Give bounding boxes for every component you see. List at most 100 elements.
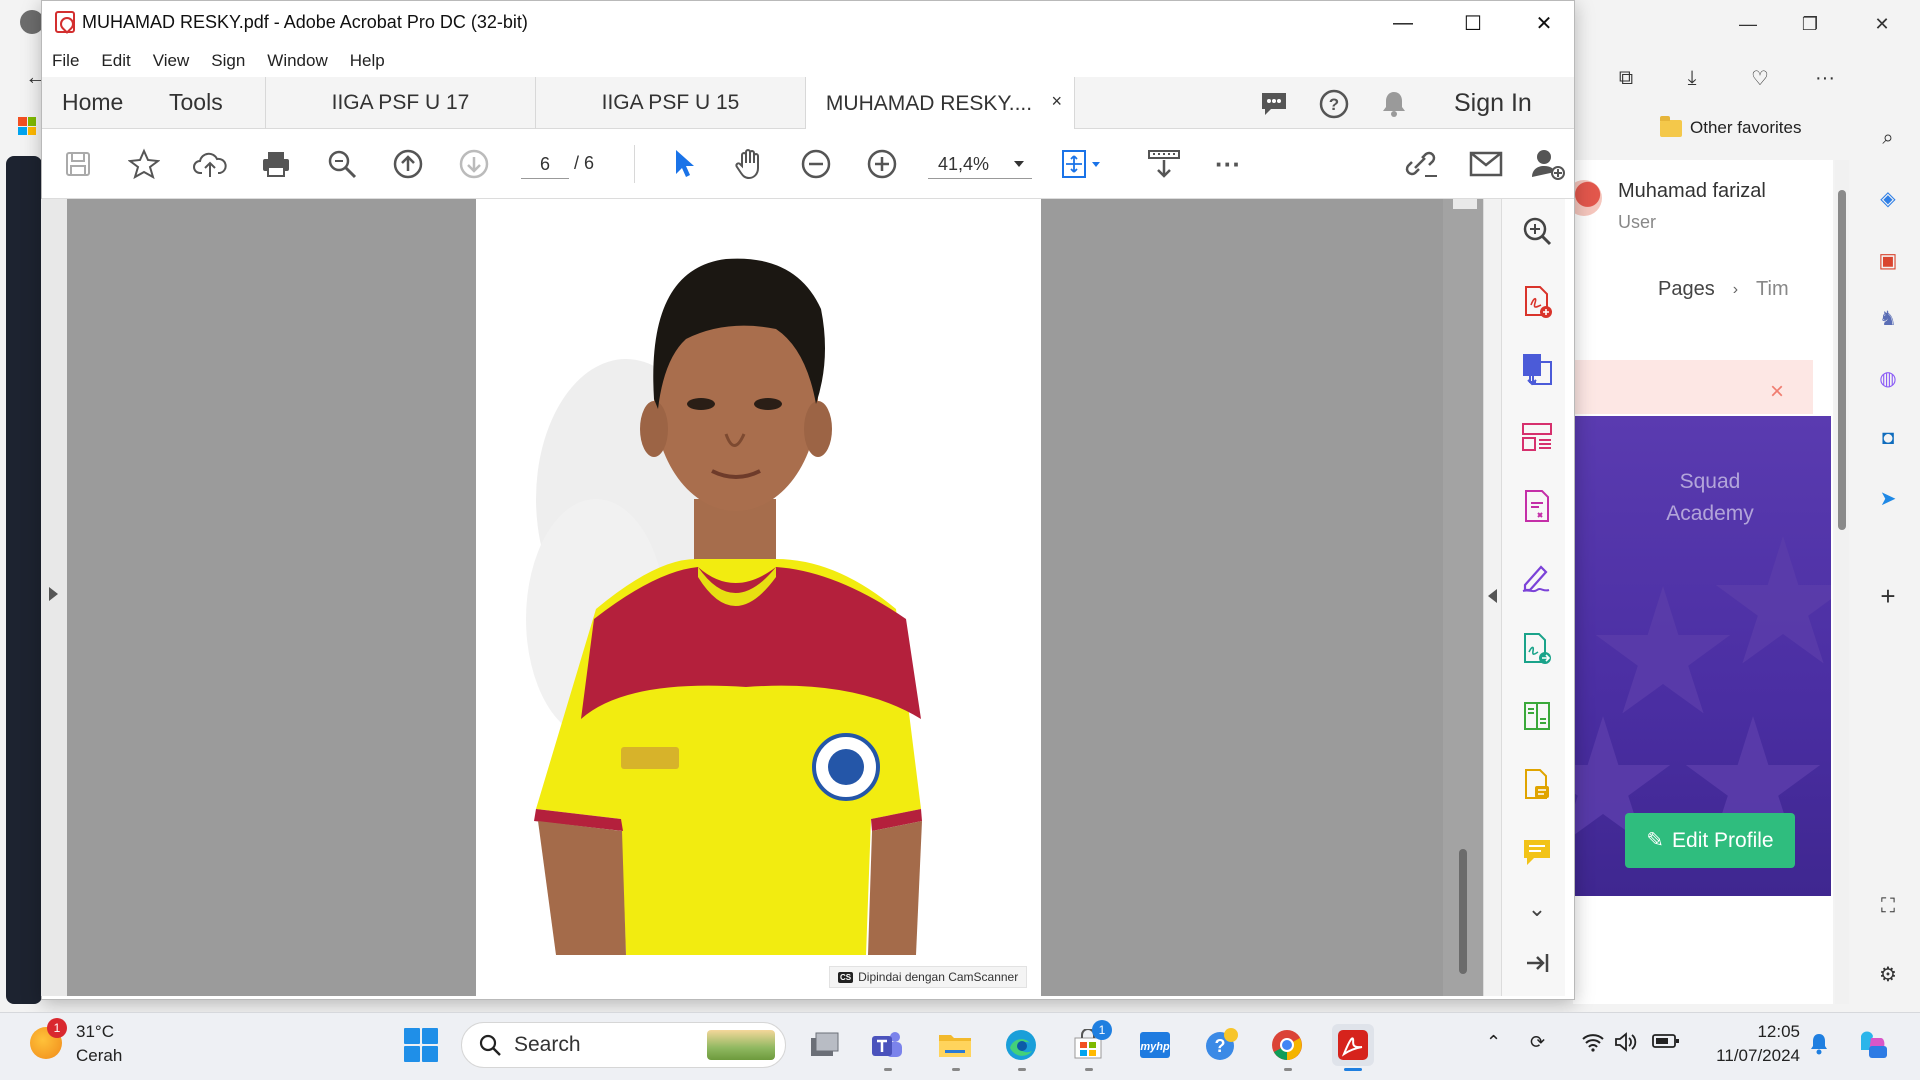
notification-bell-icon[interactable] — [1376, 87, 1412, 121]
collections-icon[interactable]: ⧉ — [1606, 62, 1646, 94]
browser-essentials-icon[interactable]: ♡ — [1740, 62, 1780, 94]
myhp-icon[interactable]: myhp — [1134, 1024, 1176, 1066]
comment-tool-icon[interactable] — [1518, 834, 1556, 872]
menu-window[interactable]: Window — [267, 51, 327, 71]
get-help-icon[interactable]: ? — [1200, 1024, 1242, 1066]
left-panel-toggle[interactable] — [41, 199, 67, 996]
weather-temperature[interactable]: 31°C — [76, 1022, 114, 1042]
tab-close-icon[interactable]: × — [1051, 91, 1062, 112]
sync-icon[interactable]: ⟳ — [1530, 1032, 1545, 1053]
notification-bell-icon[interactable] — [1808, 1032, 1830, 1061]
teams-icon[interactable] — [866, 1024, 908, 1066]
sign-in-button[interactable]: Sign In — [1454, 89, 1532, 118]
menu-view[interactable]: View — [153, 51, 190, 71]
previous-page-icon[interactable] — [388, 145, 428, 183]
taskbar-clock[interactable]: 12:05 11/07/2024 — [1700, 1020, 1800, 1068]
doc-tab-u15[interactable]: IIGA PSF U 15 — [535, 77, 805, 129]
scroll-thumb[interactable] — [1459, 849, 1467, 974]
taskbar-search-box[interactable]: Search — [461, 1022, 786, 1068]
help-icon[interactable]: ? — [1316, 87, 1352, 121]
edge-browser-icon[interactable] — [1000, 1024, 1042, 1066]
zoom-search-icon[interactable] — [322, 145, 362, 183]
doc-tab-u17[interactable]: IIGA PSF U 17 — [265, 77, 535, 129]
scrolling-mode-icon[interactable] — [1142, 145, 1186, 183]
compare-files-icon[interactable] — [1518, 697, 1556, 735]
tools-briefcase-icon[interactable]: ▣ — [1872, 244, 1904, 276]
alert-close-icon[interactable]: × — [1770, 380, 1784, 404]
email-icon[interactable] — [1466, 145, 1506, 183]
copilot-taskbar-icon[interactable] — [1855, 1028, 1889, 1065]
menu-edit[interactable]: Edit — [101, 51, 130, 71]
favorites-bar[interactable]: Other favorites — [1660, 112, 1802, 144]
menu-help[interactable]: Help — [350, 51, 385, 71]
acrobat-taskbar-icon[interactable] — [1332, 1024, 1374, 1066]
cloud-upload-icon[interactable] — [190, 145, 230, 183]
doc-tab-muhamad-resky[interactable]: MUHAMAD RESKY.... × — [805, 77, 1075, 130]
bookmark-star-icon[interactable] — [124, 145, 164, 183]
fill-and-sign-icon[interactable] — [1518, 559, 1556, 597]
edit-profile-button[interactable]: ✎ Edit Profile — [1625, 813, 1795, 868]
drop-send-icon[interactable]: ➤ — [1872, 482, 1904, 514]
edit-pdf-icon[interactable] — [1518, 487, 1556, 525]
settings-gear-icon[interactable]: ⚙ — [1872, 958, 1904, 990]
chrome-icon[interactable] — [1266, 1024, 1308, 1066]
tab-tools[interactable]: Tools — [169, 89, 223, 116]
next-page-icon[interactable] — [454, 145, 494, 183]
create-pdf-icon[interactable] — [1518, 283, 1556, 321]
task-view-icon[interactable] — [803, 1024, 845, 1066]
collapse-panel-icon[interactable] — [1518, 944, 1556, 982]
more-tools-icon[interactable]: ··· — [1208, 145, 1248, 183]
edge-page-scrollbar[interactable] — [1835, 160, 1849, 1004]
show-hidden-icons-chevron-icon[interactable]: ⌃ — [1486, 1032, 1501, 1053]
file-explorer-icon[interactable] — [934, 1024, 976, 1066]
more-tools-chevron-icon[interactable]: ⌄ — [1518, 890, 1556, 928]
print-icon[interactable] — [256, 145, 296, 183]
menu-file[interactable]: File — [52, 51, 79, 71]
edge-restore-button[interactable]: ❐ — [1782, 8, 1838, 40]
right-panel-toggle[interactable] — [1483, 199, 1501, 996]
add-sidebar-app-icon[interactable]: + — [1872, 580, 1904, 612]
export-pdf-icon[interactable] — [1518, 350, 1556, 388]
fit-page-icon[interactable] — [1058, 145, 1108, 183]
downloads-icon[interactable]: ⤓ — [1672, 62, 1712, 94]
start-button-icon[interactable] — [404, 1028, 438, 1062]
comment-icon[interactable] — [1256, 87, 1292, 121]
promo-title: Squad Academy — [1600, 466, 1820, 530]
search-icon[interactable]: ⌕ — [1872, 122, 1904, 154]
acrobat-titlebar: MUHAMAD RESKY.pdf - Adobe Acrobat Pro DC… — [42, 1, 1574, 45]
maximize-button[interactable]: ☐ — [1438, 5, 1508, 41]
close-button[interactable]: ✕ — [1509, 5, 1579, 41]
zoom-out-icon[interactable] — [796, 145, 836, 183]
wifi-icon[interactable] — [1581, 1032, 1605, 1057]
weather-condition[interactable]: Cerah — [76, 1046, 122, 1066]
tab-home[interactable]: Home — [62, 89, 123, 116]
edge-close-button[interactable]: ✕ — [1854, 8, 1910, 40]
shopping-tag-icon[interactable]: ◈ — [1872, 182, 1904, 214]
save-icon[interactable] — [58, 145, 98, 183]
document-scrollbar[interactable] — [1443, 199, 1483, 996]
more-options-icon[interactable]: ··· — [1805, 62, 1845, 94]
hand-tool-icon[interactable] — [730, 145, 770, 183]
m365-icon[interactable]: ◍ — [1872, 362, 1904, 394]
add-user-icon[interactable] — [1528, 145, 1568, 183]
zoom-in-icon[interactable] — [862, 145, 902, 183]
volume-icon[interactable] — [1614, 1032, 1638, 1057]
battery-icon[interactable] — [1652, 1032, 1680, 1055]
page-number-input[interactable]: 6 — [521, 149, 569, 179]
scroll-up-button[interactable] — [1453, 199, 1477, 209]
chevron-down-icon — [1014, 161, 1024, 167]
combine-files-icon[interactable] — [1518, 766, 1556, 804]
edge-minimize-button[interactable]: — — [1720, 8, 1776, 40]
minimize-button[interactable]: — — [1368, 5, 1438, 41]
breadcrumb-pages[interactable]: Pages — [1658, 278, 1715, 301]
outlook-icon[interactable]: ◘ — [1872, 422, 1904, 454]
zoom-level-dropdown[interactable]: 41,4% — [928, 149, 1032, 179]
zoom-tool-icon[interactable] — [1518, 212, 1556, 250]
select-cursor-icon[interactable] — [664, 145, 704, 183]
games-icon[interactable]: ♞ — [1872, 302, 1904, 334]
screenshot-icon[interactable]: ⛶ — [1872, 890, 1904, 922]
menu-sign[interactable]: Sign — [211, 51, 245, 71]
share-link-icon[interactable] — [1400, 145, 1440, 183]
organize-pages-icon[interactable] — [1518, 418, 1556, 456]
send-for-signature-icon[interactable] — [1518, 630, 1556, 668]
